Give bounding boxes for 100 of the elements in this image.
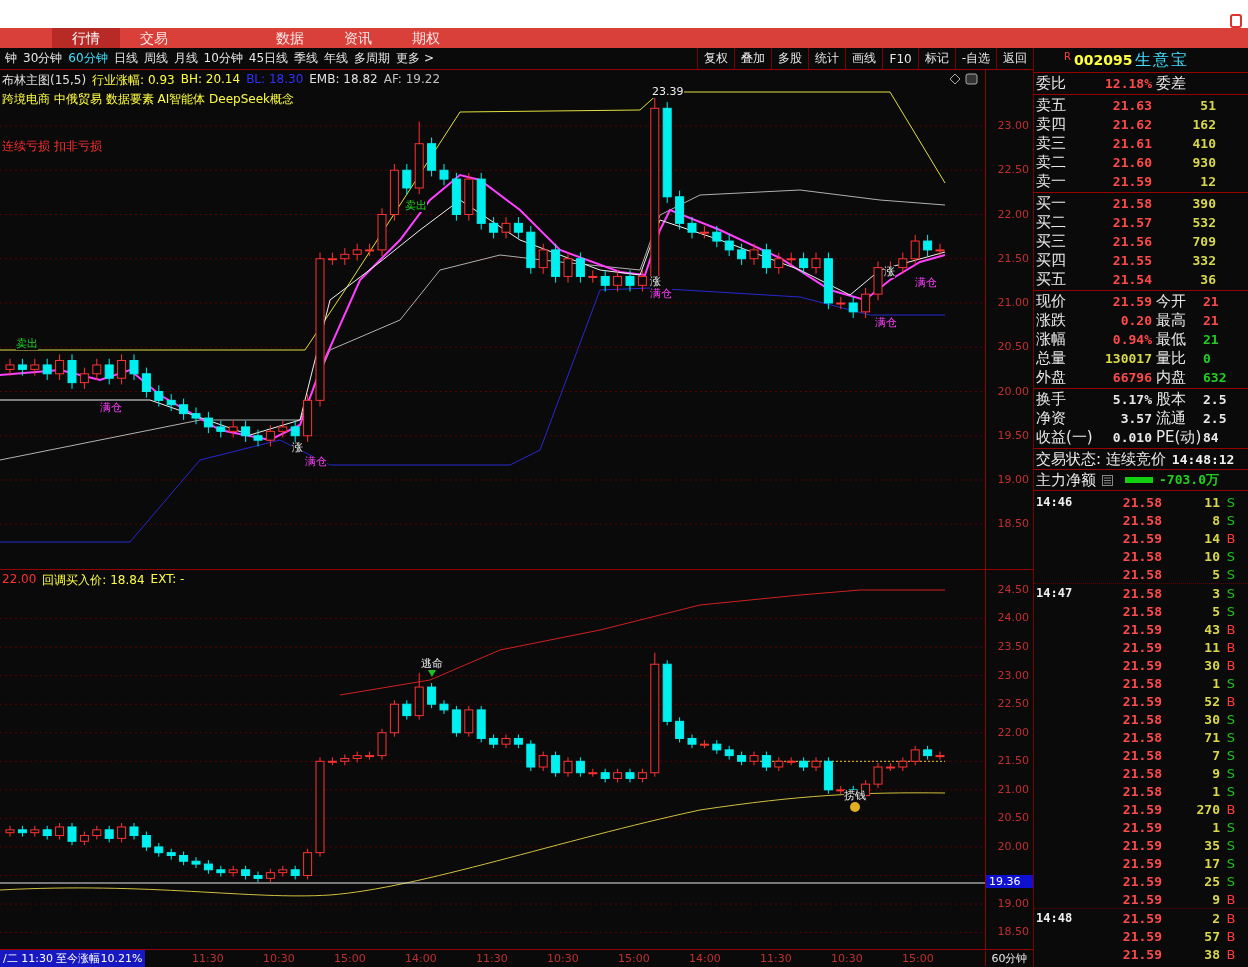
candle [724, 745, 734, 760]
menu-tab[interactable]: 数据 [256, 28, 324, 48]
menu-tab[interactable]: 行情 [52, 28, 120, 48]
tick-time: 14:48 [1036, 911, 1074, 925]
price-tick: 21.50 [997, 754, 1029, 768]
period-tab[interactable]: 更多 > [393, 50, 437, 67]
tick-price: 21.59 [1121, 873, 1162, 889]
period-tab[interactable]: 钟 [2, 50, 20, 67]
tick-price: 21.58 [1121, 675, 1162, 691]
period-tab[interactable]: 年线 [321, 50, 352, 67]
tick-price: 21.58 [1121, 783, 1162, 799]
candle [92, 358, 102, 381]
candle [786, 252, 796, 266]
coin-icon [850, 801, 860, 812]
candle [910, 745, 920, 766]
quote-value: 0 [1202, 351, 1212, 366]
period-tab[interactable]: 季线 [291, 50, 322, 67]
signal-label: 满仓 [650, 288, 672, 300]
candle [885, 762, 895, 772]
quote-value: 0.94% [1111, 332, 1152, 347]
tick-volume: 11 [1203, 494, 1220, 510]
order-price: 21.55 [1111, 253, 1152, 268]
tick-side: S [1225, 747, 1237, 763]
tick-price: 21.58 [1121, 603, 1162, 619]
tick-price: 21.59 [1121, 639, 1162, 655]
price-tick: 23.00 [997, 119, 1029, 132]
price-tick: 21.00 [997, 782, 1029, 796]
candle [439, 699, 449, 715]
quote-label: 委比 [1036, 74, 1067, 93]
tick-price: 21.59 [1121, 657, 1162, 673]
tick-volume: 30 [1203, 711, 1220, 727]
candle [464, 705, 474, 738]
period-tab[interactable]: 周线 [140, 50, 171, 67]
range-status: /二 11:30 至今涨幅10.21% [0, 950, 146, 967]
concept-tags: 跨境电商 中俄贸易 数据要素 AI智能体 DeepSeek概念 [2, 91, 294, 108]
candle [42, 358, 52, 381]
tick-side: S [1225, 765, 1237, 781]
candle [823, 252, 833, 310]
candle [427, 682, 437, 709]
tick-price: 21.58 [1121, 765, 1162, 781]
price-tick: 20.50 [997, 340, 1029, 354]
tick-price: 21.58 [1121, 548, 1162, 564]
tick-side: S [1225, 729, 1237, 745]
tick-side: S [1225, 585, 1237, 601]
tick-volume: 1 [1211, 675, 1220, 691]
order-price: 21.54 [1111, 272, 1152, 287]
period-tab[interactable]: 日线 [110, 50, 141, 67]
candle [154, 842, 164, 857]
candle [104, 358, 114, 385]
candle [241, 420, 251, 443]
candle [823, 756, 833, 795]
tick-time: 14:47 [1036, 586, 1074, 600]
order-volume: 332 [1191, 253, 1216, 268]
period-tab[interactable]: 10分钟 [200, 50, 246, 67]
menu-tab[interactable]: 期权 [392, 28, 460, 48]
time-tick: 11:30 [191, 952, 225, 965]
tick-volume: 8 [1211, 512, 1220, 528]
signal-label: 涨 [650, 276, 661, 288]
period-tab[interactable]: 30分钟 [20, 50, 66, 67]
candle [253, 870, 263, 883]
order-volume: 410 [1191, 136, 1216, 151]
candle [799, 756, 809, 772]
quote-label: 涨幅 [1036, 330, 1067, 349]
candle [377, 207, 387, 257]
candle [551, 750, 561, 778]
period-tab[interactable]: 60分钟 [65, 50, 111, 67]
tick-side: B [1225, 530, 1237, 546]
panel-toggle-icon[interactable] [965, 73, 978, 85]
candle [216, 420, 226, 438]
list-icon[interactable] [1102, 474, 1113, 486]
period-tab[interactable]: 45日线 [245, 50, 292, 67]
candle [439, 163, 449, 186]
candle [526, 739, 536, 772]
indicator-value: 布林主图(15,5) [2, 72, 87, 89]
tick-side: S [1225, 837, 1237, 853]
candle [774, 252, 784, 275]
tick-volume: 1 [1211, 819, 1220, 835]
price-tick: 22.00 [997, 725, 1029, 739]
time-tick: 11:30 [759, 952, 793, 965]
candle [588, 768, 598, 778]
candle [699, 225, 709, 239]
quote-value: 0.20 [1119, 313, 1152, 328]
quote-label: 现价 [1036, 292, 1067, 311]
price-tick: 21.50 [997, 251, 1029, 265]
tick-volume: 3 [1211, 585, 1220, 601]
candle [910, 234, 920, 266]
candle [749, 750, 759, 766]
period-tab[interactable]: 多周期 [351, 50, 394, 67]
candle [402, 163, 412, 195]
tick-price: 21.59 [1121, 837, 1162, 853]
quote-label: 外盘 [1036, 368, 1067, 387]
price-tick: 24.00 [997, 611, 1029, 625]
tick-volume: 43 [1203, 621, 1220, 637]
price-tick: 24.50 [997, 582, 1029, 596]
candle [687, 216, 697, 239]
period-tab[interactable]: 月线 [170, 50, 201, 67]
app-icon[interactable] [1230, 14, 1242, 28]
candle [836, 296, 846, 310]
menu-tab[interactable]: 交易 [120, 28, 188, 48]
menu-tab[interactable]: 资讯 [324, 28, 392, 48]
